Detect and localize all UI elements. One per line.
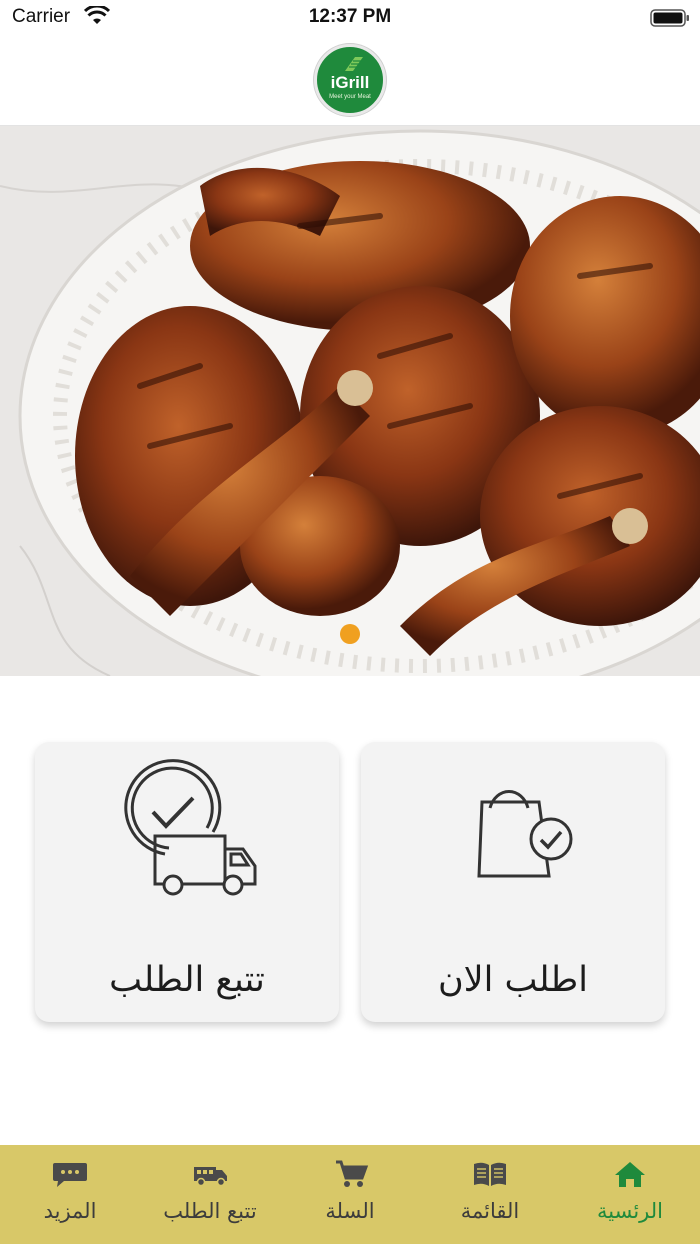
hero-banner[interactable] bbox=[0, 126, 700, 676]
tab-home[interactable]: الرئسية bbox=[560, 1145, 700, 1244]
shopping-bag-check-icon bbox=[477, 790, 573, 878]
order-now-card[interactable]: اطلب الان bbox=[361, 742, 665, 1022]
tab-more[interactable]: المزيد bbox=[0, 1145, 140, 1244]
grill-mark-icon bbox=[345, 57, 363, 71]
menu-book-icon bbox=[474, 1162, 506, 1186]
bottom-tab-bar: المزيد تتبع الطلب السلة القائمة الرئسية bbox=[0, 1145, 700, 1244]
tab-home-label: الرئسية bbox=[597, 1199, 663, 1223]
order-now-label: اطلب الان bbox=[437, 960, 589, 1000]
igrill-logo[interactable]: iGrill Meet your Meat bbox=[314, 44, 386, 116]
carousel-page-indicator[interactable] bbox=[340, 624, 360, 644]
grilled-chicken-image bbox=[0, 126, 700, 676]
logo-tagline: Meet your Meat bbox=[329, 94, 371, 100]
tab-more-label: المزيد bbox=[43, 1199, 97, 1223]
cart-icon bbox=[336, 1160, 369, 1187]
more-chat-icon bbox=[53, 1163, 87, 1187]
battery-icon bbox=[650, 9, 689, 27]
logo-text: iGrill bbox=[330, 73, 370, 92]
track-order-label: تتبع الطلب bbox=[109, 960, 265, 1000]
track-order-card[interactable]: تتبع الطلب bbox=[35, 742, 339, 1022]
tab-cart-label: السلة bbox=[325, 1199, 375, 1223]
app-header: iGrill Meet your Meat bbox=[0, 36, 700, 126]
tab-menu-label: القائمة bbox=[460, 1199, 520, 1223]
tab-track-order[interactable]: تتبع الطلب bbox=[140, 1145, 280, 1244]
status-bar: Carrier 12:37 PM bbox=[0, 0, 700, 36]
tab-cart[interactable]: السلة bbox=[280, 1145, 420, 1244]
delivery-van-icon bbox=[194, 1167, 227, 1187]
tab-menu[interactable]: القائمة bbox=[420, 1145, 560, 1244]
status-time: 12:37 PM bbox=[308, 6, 392, 27]
delivery-truck-clock-icon bbox=[124, 759, 257, 896]
tab-track-order-label: تتبع الطلب bbox=[163, 1199, 257, 1223]
home-icon bbox=[615, 1162, 645, 1187]
